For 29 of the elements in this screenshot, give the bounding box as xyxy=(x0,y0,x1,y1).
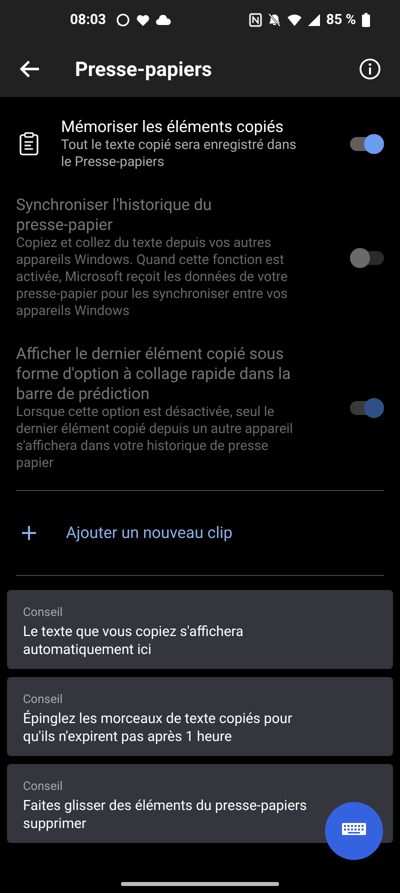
toggle-switch[interactable] xyxy=(350,137,384,151)
battery-icon xyxy=(362,13,370,27)
setting-title: Mémoriser les éléments copiés xyxy=(61,117,284,137)
wifi-icon xyxy=(287,14,302,26)
bell-off-icon xyxy=(268,13,282,27)
status-time: 08:03 xyxy=(70,10,106,30)
page-title: Presse-papiers xyxy=(75,56,212,82)
tip-text: Épinglez les morceaux de texte copiés pour qu'ils n'expirent pas après 1 heure xyxy=(23,710,294,746)
tip-text: Faites glisser des éléments du presse-papiers supprimer xyxy=(23,797,308,833)
plus-icon xyxy=(22,526,36,540)
setting-description: Copiez et collez du texte depuis vos autres appareils Windows. Quand cette fonction est activée, Microsoft reçoit les données de votre presse-papier pour les synchroniser entre vos appareils Windows xyxy=(16,235,289,320)
info-button[interactable] xyxy=(358,56,382,80)
chat-icon xyxy=(116,13,130,27)
setting-title: Afficher le dernier élément copié sous forme d'option à collage rapide dans la barre de prédiction xyxy=(16,344,292,404)
info-icon xyxy=(359,58,381,80)
setting-description: Lorsque cette option est désactivée, seul le dernier élément copié depuis un autre appareil s'affichera dans votre historique de presse papier xyxy=(16,404,294,472)
heart-icon xyxy=(136,14,150,26)
battery-percent: 85 % xyxy=(326,10,356,30)
tip-label: Conseil xyxy=(23,604,64,621)
tip-label: Conseil xyxy=(23,691,64,708)
back-arrow-icon xyxy=(20,60,40,78)
setting-description: Tout le texte copié sera enregistré dans le Presse-papiers xyxy=(61,137,298,171)
setting-title: Synchroniser l'historique du presse-papier xyxy=(16,195,213,235)
signal-icon xyxy=(308,14,320,26)
nfc-icon xyxy=(249,13,262,27)
add-clip-button[interactable]: Ajouter un nouveau clip xyxy=(16,491,384,575)
tip-label: Conseil xyxy=(23,778,64,795)
cloud-icon xyxy=(156,15,172,25)
tip-text: Le texte que vous copiez s'affichera automatiquement ici xyxy=(23,623,244,659)
